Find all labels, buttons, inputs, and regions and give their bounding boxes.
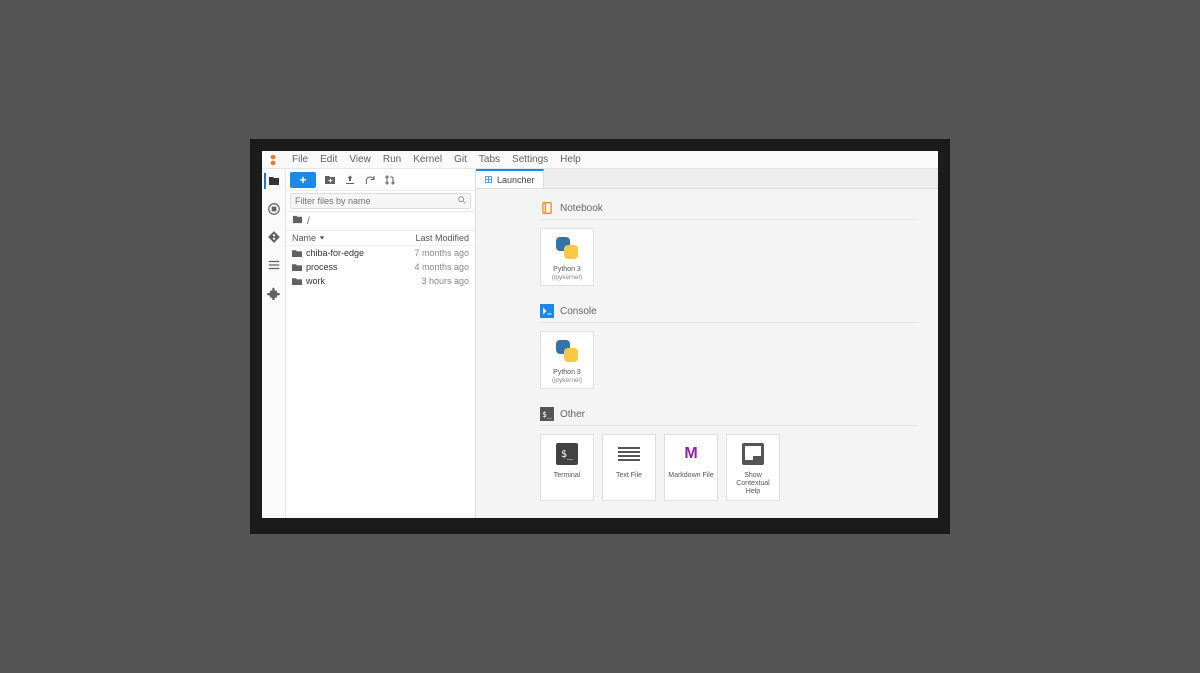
section-notebook: Notebook Python 3 (ipykernel) bbox=[540, 197, 918, 286]
activity-bar bbox=[262, 169, 286, 518]
python-icon bbox=[552, 336, 582, 366]
tab-launcher[interactable]: Launcher bbox=[476, 169, 544, 188]
card-sub: (ipykernel) bbox=[552, 377, 582, 384]
card-label: Terminal bbox=[554, 472, 580, 480]
section-cards: Python 3 (ipykernel) bbox=[540, 228, 918, 286]
launcher-panel: Notebook Python 3 (ipykernel) bbox=[476, 189, 938, 518]
menu-git[interactable]: Git bbox=[448, 154, 473, 165]
menu-help[interactable]: Help bbox=[554, 154, 587, 165]
notebook-icon bbox=[540, 201, 554, 215]
terminal-icon: $_ bbox=[552, 439, 582, 469]
card-label: Python 3 bbox=[553, 266, 581, 274]
contextual-help-icon bbox=[738, 439, 768, 469]
folder-icon[interactable] bbox=[264, 173, 280, 189]
new-launcher-button[interactable]: + bbox=[290, 172, 316, 188]
breadcrumb-root: / bbox=[307, 216, 310, 227]
section-header: Console bbox=[540, 300, 918, 323]
section-other: $_ Other $_ Terminal Text File bbox=[540, 403, 918, 501]
menu-run[interactable]: Run bbox=[377, 154, 407, 165]
markdown-icon: M bbox=[676, 439, 706, 469]
file-filter-row bbox=[286, 191, 475, 212]
main-area: Launcher Notebook Python 3 bbox=[476, 169, 938, 518]
card-label: Text File bbox=[616, 472, 642, 480]
menu-edit[interactable]: Edit bbox=[314, 154, 343, 165]
file-row[interactable]: work 3 hours ago bbox=[286, 274, 475, 288]
card-contextual-help[interactable]: Show Contextual Help bbox=[726, 434, 780, 501]
menu-tabs[interactable]: Tabs bbox=[473, 154, 506, 165]
running-icon[interactable] bbox=[266, 201, 282, 217]
sort-caret-icon bbox=[318, 234, 326, 242]
file-list: chiba-for-edge 7 months ago process 4 mo… bbox=[286, 246, 475, 518]
terminal-icon: $_ bbox=[540, 407, 554, 421]
tab-label: Launcher bbox=[497, 175, 535, 185]
file-row[interactable]: chiba-for-edge 7 months ago bbox=[286, 246, 475, 260]
card-terminal[interactable]: $_ Terminal bbox=[540, 434, 594, 501]
card-sub: (ipykernel) bbox=[552, 274, 582, 281]
card-python-console[interactable]: Python 3 (ipykernel) bbox=[540, 331, 594, 389]
card-label: Markdown File bbox=[668, 472, 714, 480]
folder-icon bbox=[292, 214, 303, 228]
extensions-icon[interactable] bbox=[266, 285, 282, 301]
new-folder-icon[interactable] bbox=[324, 174, 336, 186]
folder-icon bbox=[292, 263, 302, 271]
file-toolbar: + bbox=[286, 169, 475, 191]
header-modified[interactable]: Last Modified bbox=[415, 233, 469, 243]
section-cards: Python 3 (ipykernel) bbox=[540, 331, 918, 389]
upload-icon[interactable] bbox=[344, 174, 356, 186]
section-title: Notebook bbox=[560, 203, 603, 214]
text-file-icon bbox=[614, 439, 644, 469]
folder-icon bbox=[292, 277, 302, 285]
jupyterlab-window: File Edit View Run Kernel Git Tabs Setti… bbox=[250, 139, 950, 534]
tab-bar: Launcher bbox=[476, 169, 938, 189]
file-list-header: Name Last Modified bbox=[286, 231, 475, 246]
search-icon bbox=[457, 195, 467, 205]
menu-settings[interactable]: Settings bbox=[506, 154, 554, 165]
launcher-tab-icon bbox=[484, 175, 493, 184]
card-markdown-file[interactable]: M Markdown File bbox=[664, 434, 718, 501]
card-label: Show Contextual Help bbox=[729, 472, 777, 496]
menu-kernel[interactable]: Kernel bbox=[407, 154, 448, 165]
card-label: Python 3 bbox=[553, 369, 581, 377]
refresh-icon[interactable] bbox=[364, 174, 376, 186]
section-header: $_ Other bbox=[540, 403, 918, 426]
menu-view[interactable]: View bbox=[343, 154, 377, 165]
main-body: + bbox=[262, 169, 938, 518]
python-icon bbox=[552, 233, 582, 263]
git-pull-icon[interactable] bbox=[384, 174, 396, 186]
toc-icon[interactable] bbox=[266, 257, 282, 273]
card-python-notebook[interactable]: Python 3 (ipykernel) bbox=[540, 228, 594, 286]
menu-bar: File Edit View Run Kernel Git Tabs Setti… bbox=[262, 151, 938, 169]
git-icon[interactable] bbox=[266, 229, 282, 245]
breadcrumb[interactable]: / bbox=[286, 212, 475, 231]
file-filter-input[interactable] bbox=[290, 193, 471, 209]
section-header: Notebook bbox=[540, 197, 918, 220]
folder-icon bbox=[292, 249, 302, 257]
card-text-file[interactable]: Text File bbox=[602, 434, 656, 501]
jupyter-logo-icon bbox=[266, 153, 280, 167]
file-row[interactable]: process 4 months ago bbox=[286, 260, 475, 274]
section-title: Other bbox=[560, 409, 585, 420]
section-title: Console bbox=[560, 306, 597, 317]
section-console: Console Python 3 (ipykernel) bbox=[540, 300, 918, 389]
header-name[interactable]: Name bbox=[292, 233, 326, 243]
menu-file[interactable]: File bbox=[286, 154, 314, 165]
file-browser-panel: + bbox=[286, 169, 476, 518]
section-cards: $_ Terminal Text File M Markdown File bbox=[540, 434, 918, 501]
console-icon bbox=[540, 304, 554, 318]
